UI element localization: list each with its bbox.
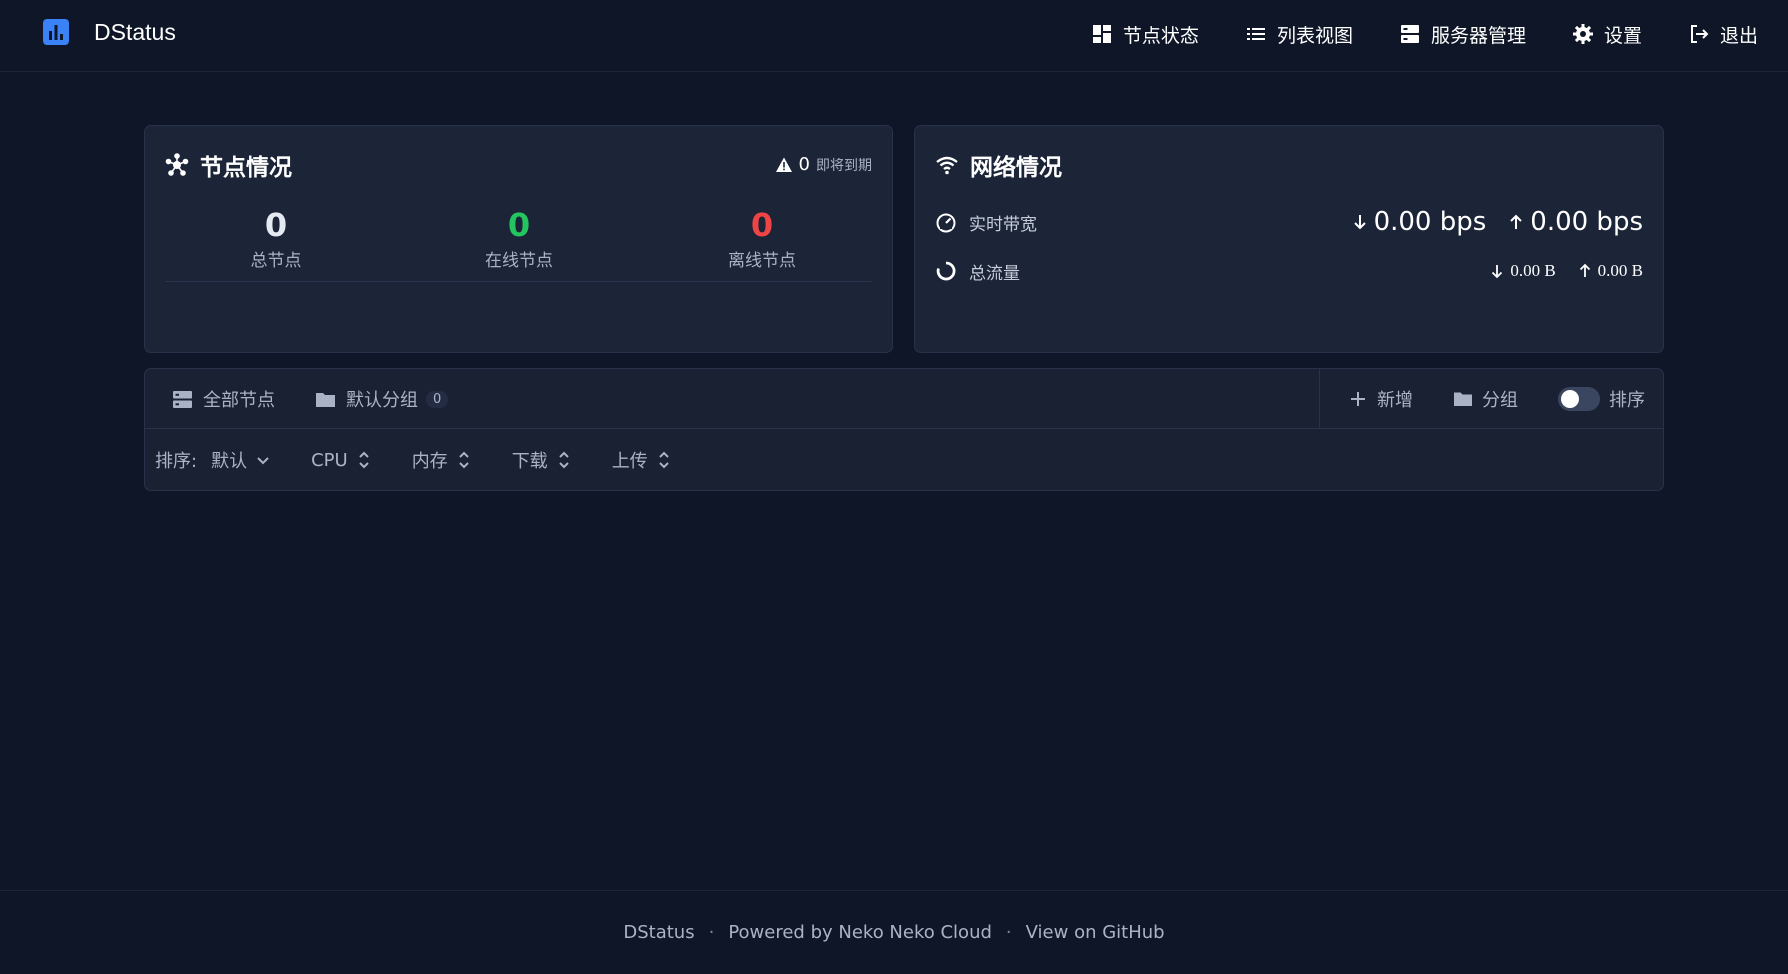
wifi-icon	[936, 156, 958, 175]
expiring-label: 即将到期	[816, 157, 872, 174]
offline-nodes-value: 0	[750, 206, 774, 244]
add-button-label: 新增	[1377, 389, 1413, 411]
network-card-header: 网络情况	[935, 148, 1062, 182]
stat-total-nodes: 0 总节点	[176, 206, 376, 271]
offline-nodes-label: 离线节点	[728, 251, 796, 271]
nav-settings[interactable]: 设置	[1572, 21, 1642, 48]
dashboard-icon	[1092, 25, 1111, 43]
toggle-knob	[1561, 389, 1579, 408]
sort-default-label: 默认	[211, 451, 248, 472]
footer-github-link[interactable]: View on GitHub	[1026, 922, 1165, 943]
expiring-indicator[interactable]: 0 即将到期	[775, 154, 872, 175]
nodes-card: 节点情况 0 即将到期 0 总节点 0 在线节点 0 离线节点	[144, 125, 893, 353]
footer-powered-by-link[interactable]: Powered by Neko Neko Cloud	[728, 922, 992, 943]
nav-logout[interactable]: 退出	[1688, 21, 1758, 48]
realtime-download: 0.00 bps	[1373, 207, 1487, 237]
node-groups-panel: 全部节点 默认分组 0 新增 分组 排序 排序: 默认 CPU 内存 下载 上传	[144, 368, 1664, 491]
stat-online-nodes: 0 在线节点	[419, 206, 619, 271]
nav-list-view-label: 列表视图	[1276, 24, 1353, 47]
group-actions: 新增 分组 排序	[1319, 369, 1663, 429]
folder-icon	[316, 392, 335, 407]
bar-chart-logo-icon	[43, 19, 69, 45]
nav-list-view[interactable]: 列表视图	[1245, 21, 1353, 48]
group-count-badge: 0	[426, 390, 449, 408]
online-nodes-label: 在线节点	[485, 251, 553, 271]
footer-separator: ·	[1005, 922, 1012, 943]
sort-upload[interactable]: 上传	[612, 447, 672, 473]
sort-arrows-icon	[458, 451, 469, 469]
online-nodes-value: 0	[507, 206, 531, 244]
arrow-down-icon	[1353, 215, 1366, 230]
speedometer-icon	[936, 213, 956, 233]
realtime-bandwidth-row: 实时带宽 0.00 bps 0.00 bps	[935, 204, 1643, 240]
nav-settings-label: 设置	[1603, 24, 1642, 47]
sort-download-label: 下载	[511, 451, 548, 472]
nav-node-status[interactable]: 节点状态	[1091, 21, 1199, 48]
sort-memory[interactable]: 内存	[412, 447, 472, 473]
sort-arrows-icon	[358, 451, 369, 469]
nodes-card-divider	[165, 281, 872, 282]
footer-brand-link[interactable]: DStatus	[623, 922, 694, 943]
main-nav: 节点状态 列表视图 服务器管理 设置 退出	[1045, 18, 1758, 50]
total-download: 0.00 B	[1510, 261, 1556, 280]
list-icon	[1246, 28, 1265, 40]
tab-all-nodes[interactable]: 全部节点	[172, 386, 275, 412]
nodes-card-title: 节点情况	[200, 155, 292, 181]
nav-server-management-label: 服务器管理	[1430, 24, 1526, 47]
sort-download[interactable]: 下载	[512, 447, 572, 473]
server-icon	[1400, 25, 1419, 43]
arrow-down-icon	[1492, 265, 1503, 279]
network-card: 网络情况 实时带宽 0.00 bps 0.00 bps 总流量 0.00 B 0…	[914, 125, 1664, 353]
group-button[interactable]: 分组	[1453, 386, 1518, 412]
sort-arrows-icon	[558, 451, 569, 469]
sort-cpu-label: CPU	[311, 449, 348, 471]
total-nodes-value: 0	[264, 206, 288, 244]
sort-toggle-switch[interactable]	[1558, 386, 1600, 411]
nav-server-management[interactable]: 服务器管理	[1399, 21, 1526, 48]
sort-toggle[interactable]: 排序	[1558, 386, 1645, 412]
realtime-bandwidth-label: 实时带宽	[969, 214, 1037, 235]
sort-default[interactable]: 默认	[211, 447, 271, 473]
sort-memory-label: 内存	[411, 451, 448, 472]
warning-icon	[775, 157, 792, 172]
realtime-upload: 0.00 bps	[1530, 207, 1643, 237]
network-card-title: 网络情况	[970, 155, 1062, 181]
total-traffic-row: 总流量 0.00 B 0.00 B	[935, 256, 1643, 286]
tab-default-group[interactable]: 默认分组 0	[315, 386, 449, 412]
footer-separator: ·	[708, 922, 715, 943]
logout-icon	[1690, 25, 1709, 43]
nav-node-status-label: 节点状态	[1122, 24, 1199, 47]
sort-upload-label: 上传	[611, 451, 648, 472]
sort-arrows-icon	[658, 451, 669, 469]
loading-circle-icon	[936, 261, 956, 281]
server-list-icon	[173, 390, 192, 408]
sort-toggle-label: 排序	[1609, 389, 1645, 411]
brand[interactable]: DStatus	[42, 18, 176, 46]
expiring-count: 0	[798, 154, 810, 175]
plus-icon	[1351, 391, 1365, 406]
arrow-up-icon	[1510, 214, 1522, 229]
network-nodes-icon	[165, 153, 189, 176]
total-traffic-label: 总流量	[969, 263, 1020, 284]
group-button-label: 分组	[1482, 389, 1518, 411]
group-tabs: 全部节点 默认分组 0	[145, 369, 488, 429]
tab-all-nodes-label: 全部节点	[203, 390, 275, 411]
tab-default-group-label: 默认分组	[346, 390, 418, 411]
nav-logout-label: 退出	[1719, 24, 1758, 47]
top-header: DStatus 节点状态 列表视图 服务器管理 设置 退出	[0, 0, 1788, 72]
folder-icon	[1454, 392, 1472, 406]
sort-label: 排序:	[155, 451, 198, 472]
stat-offline-nodes: 0 离线节点	[662, 206, 862, 271]
footer: DStatus · Powered by Neko Neko Cloud · V…	[0, 890, 1788, 974]
gear-icon	[1572, 24, 1593, 44]
arrow-up-icon	[1579, 263, 1590, 277]
total-nodes-label: 总节点	[250, 251, 302, 271]
app-name: DStatus	[94, 18, 176, 45]
nodes-card-header: 节点情况	[165, 148, 292, 182]
add-button[interactable]: 新增	[1348, 386, 1413, 412]
chevron-down-icon	[257, 457, 269, 465]
sort-cpu[interactable]: CPU	[311, 450, 372, 471]
sort-row: 排序: 默认 CPU 内存 下载 上传	[155, 429, 712, 491]
total-upload: 0.00 B	[1597, 261, 1643, 280]
